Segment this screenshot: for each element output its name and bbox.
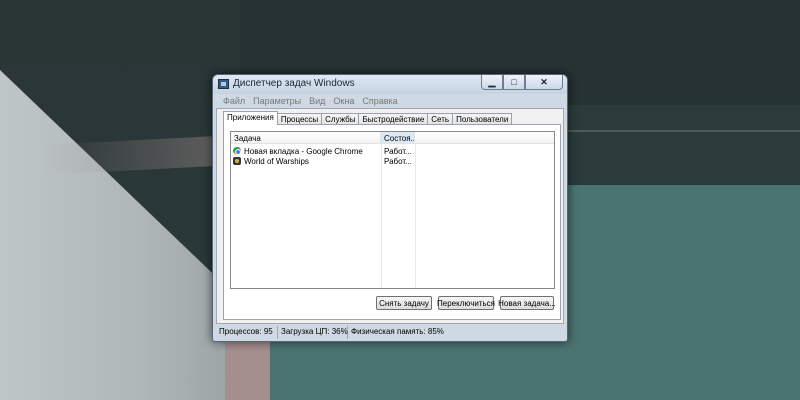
table-row[interactable]: World of Warships Работ... [231, 156, 554, 166]
task-status: Работ... [384, 146, 412, 156]
maximize-button[interactable]: □ [503, 75, 525, 90]
task-manager-icon [218, 79, 229, 89]
task-list[interactable]: Задача ▲ Состоя... Новая вкладка - Googl… [230, 131, 555, 289]
table-row[interactable]: Новая вкладка - Google Chrome Работ... [231, 146, 554, 156]
world-of-warships-icon [233, 157, 241, 165]
task-cell: World of Warships [231, 157, 381, 166]
task-rows: Новая вкладка - Google Chrome Работ... W… [231, 146, 554, 166]
column-header-status-label: Состоя... [384, 134, 415, 143]
close-button[interactable]: ✕ [525, 75, 563, 90]
status-bar: Процессов: 95 Загрузка ЦП: 36% Физическа… [216, 326, 564, 339]
tab-applications[interactable]: Приложения [223, 111, 278, 125]
task-name: World of Warships [244, 156, 309, 166]
title-bar[interactable]: Диспетчер задач Windows ▁ □ ✕ [213, 75, 567, 94]
task-cell: Новая вкладка - Google Chrome [231, 147, 381, 156]
status-memory: Физическая память: 85% [351, 327, 444, 336]
applications-panel: Задача ▲ Состоя... Новая вкладка - Googl… [223, 124, 561, 320]
task-status: Работ... [384, 156, 412, 166]
task-name: Новая вкладка - Google Chrome [244, 146, 363, 156]
minimize-button[interactable]: ▁ [481, 75, 503, 90]
status-processes: Процессов: 95 [216, 326, 278, 339]
column-header-empty [415, 132, 554, 143]
status-cpu: Загрузка ЦП: 36% [278, 326, 348, 339]
window-controls: ▁ □ ✕ [481, 75, 563, 91]
client-area: Приложения Процессы Службы Быстродействи… [216, 108, 564, 324]
tab-strip: Приложения Процессы Службы Быстродействи… [223, 111, 513, 125]
end-task-button[interactable]: Снять задачу [376, 296, 432, 310]
column-header-task[interactable]: Задача [231, 132, 381, 143]
window-title: Диспетчер задач Windows [233, 78, 355, 89]
list-header: Задача ▲ Состоя... [231, 132, 554, 144]
task-manager-window: Диспетчер задач Windows ▁ □ ✕ Файл Парам… [212, 74, 568, 342]
sort-up-icon: ▲ [395, 132, 401, 134]
chrome-icon [233, 147, 241, 155]
action-buttons: Снять задачу Переключиться Новая задача.… [376, 296, 556, 310]
column-header-status[interactable]: ▲ Состоя... [381, 132, 415, 143]
new-task-button[interactable]: Новая задача... [498, 296, 556, 310]
switch-to-button[interactable]: Переключиться [437, 296, 495, 310]
